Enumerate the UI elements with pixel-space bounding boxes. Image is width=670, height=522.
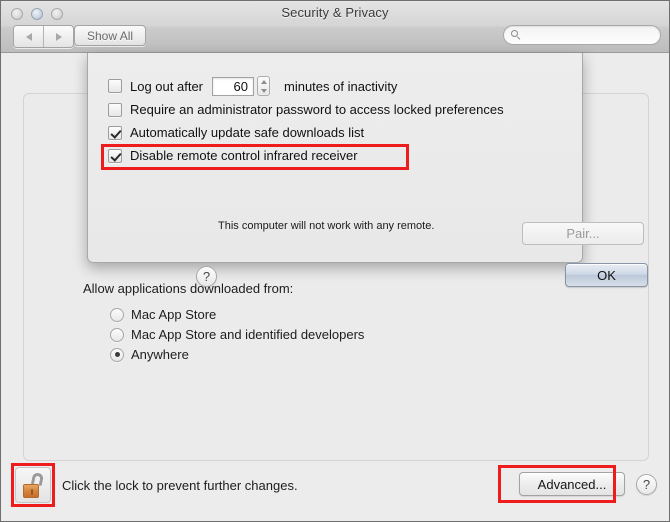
search-icon <box>511 29 522 41</box>
disable-remote-control-label: Disable remote control infrared receiver <box>130 148 358 163</box>
log-out-minutes-field[interactable]: 60 <box>212 76 254 96</box>
advanced-options-sheet: Log out after 60 minutes of inactivity R… <box>87 53 648 287</box>
log-out-after-checkbox[interactable] <box>108 79 122 93</box>
auto-update-safe-downloads-row[interactable]: Automatically update safe downloads list <box>108 125 364 140</box>
require-admin-password-checkbox[interactable] <box>108 102 122 117</box>
forward-button[interactable] <box>43 26 73 47</box>
stepper-up-icon[interactable] <box>260 79 267 84</box>
back-button[interactable] <box>14 26 43 47</box>
gatekeeper-section: Allow applications downloaded from: Mac … <box>83 281 364 367</box>
log-out-after-label: Log out after <box>130 78 203 94</box>
radio-button[interactable] <box>110 347 124 362</box>
radio-label: Mac App Store and identified developers <box>131 327 365 342</box>
log-out-after-row[interactable]: Log out after 60 minutes of inactivity <box>108 76 397 96</box>
radio-mac-app-store-identified-developers[interactable]: Mac App Store and identified developers <box>110 327 364 342</box>
lock-area: Click the lock to prevent further change… <box>15 467 298 503</box>
search-field[interactable] <box>503 25 661 45</box>
preferences-body: FileVault Firewall Privacy Change Passwo… <box>1 53 669 521</box>
chevron-right-icon <box>55 32 62 41</box>
lock-hint-text: Click the lock to prevent further change… <box>62 477 298 493</box>
radio-label: Anywhere <box>131 347 189 362</box>
radio-anywhere[interactable]: Anywhere <box>110 347 364 362</box>
radio-button[interactable] <box>110 327 124 342</box>
infrared-note: This computer will not work with any rem… <box>218 220 435 232</box>
chevron-left-icon <box>25 32 32 41</box>
auto-update-safe-downloads-checkbox[interactable] <box>108 125 122 140</box>
unlocked-padlock-icon <box>23 471 45 498</box>
disable-remote-control-row[interactable]: Disable remote control infrared receiver <box>108 148 358 163</box>
auto-update-safe-downloads-label: Automatically update safe downloads list <box>130 125 365 140</box>
require-admin-password-label: Require an administrator password to acc… <box>130 102 504 117</box>
stepper-down-icon[interactable] <box>260 88 267 93</box>
log-out-minutes-stepper[interactable] <box>257 76 270 96</box>
show-all-button[interactable]: Show All <box>74 25 147 46</box>
gatekeeper-title: Allow applications downloaded from: <box>83 281 294 296</box>
lock-button[interactable] <box>15 467 51 503</box>
search-input[interactable] <box>526 28 650 42</box>
radio-label: Mac App Store <box>131 307 217 322</box>
disable-remote-control-checkbox[interactable] <box>108 148 122 163</box>
radio-button[interactable] <box>110 307 124 322</box>
log-out-after-suffix: minutes of inactivity <box>284 78 398 94</box>
radio-mac-app-store[interactable]: Mac App Store <box>110 307 364 322</box>
navigation-buttons <box>13 25 74 48</box>
window-titlebar: Security & Privacy Show All <box>1 1 669 53</box>
require-admin-password-row[interactable]: Require an administrator password to acc… <box>108 102 504 117</box>
sheet-help-button[interactable]: ? <box>196 266 217 287</box>
security-privacy-window: Security & Privacy Show All FileVault Fi… <box>0 0 670 522</box>
help-button[interactable]: ? <box>636 474 657 495</box>
ok-button[interactable]: OK <box>565 263 648 287</box>
pair-button[interactable]: Pair... <box>522 222 644 245</box>
page-title: Security & Privacy <box>281 5 389 20</box>
advanced-button[interactable]: Advanced... <box>519 472 625 496</box>
